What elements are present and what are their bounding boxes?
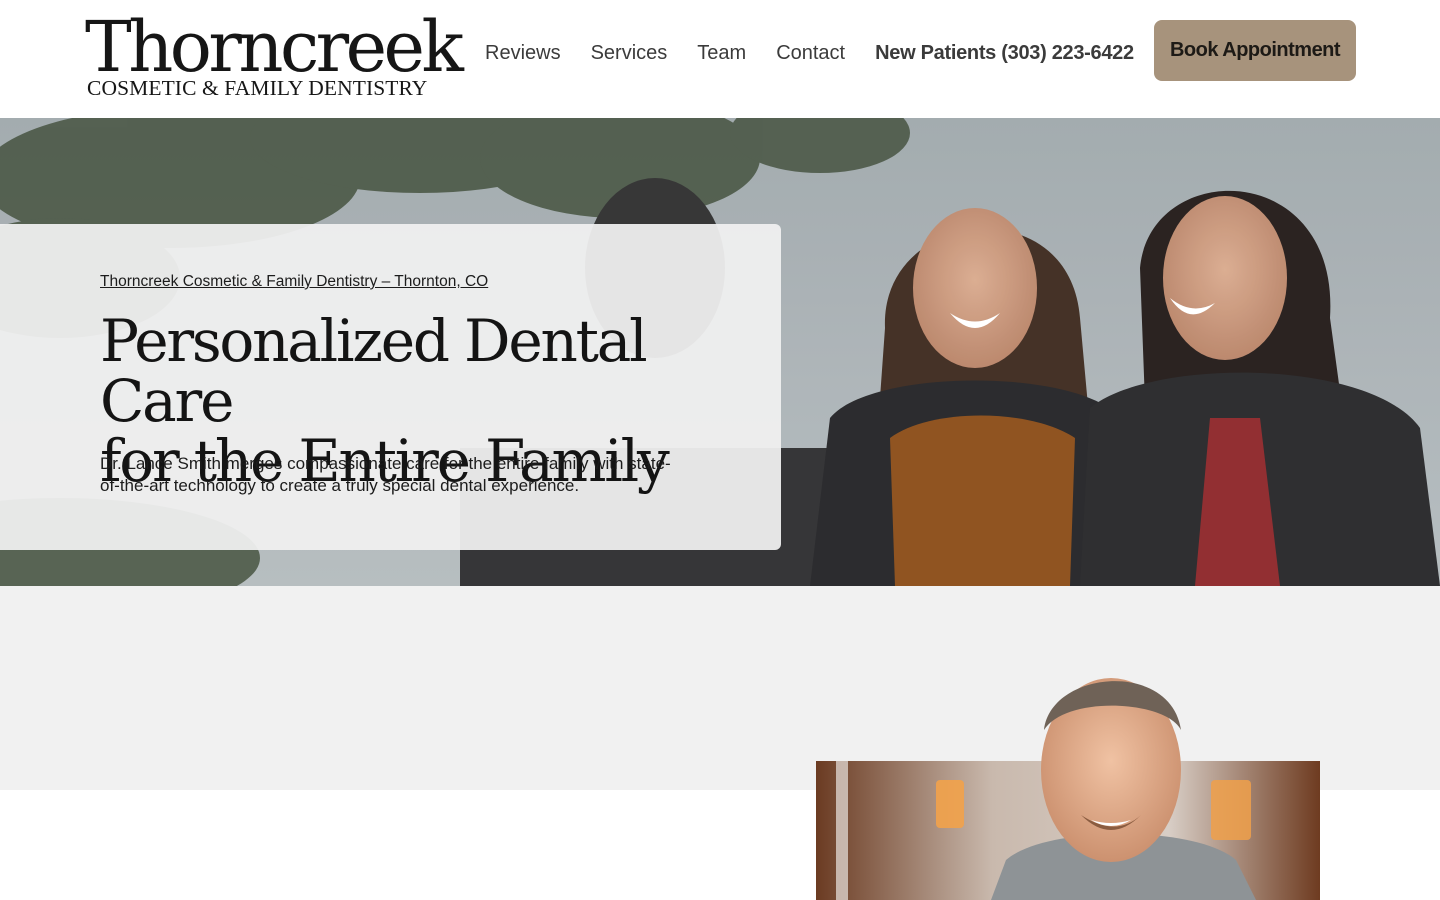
hero-description: Dr. Lance Smith merges compassionate car… bbox=[100, 454, 671, 495]
logo-tagline: COSMETIC & FAMILY DENTISTRY bbox=[87, 76, 428, 100]
nav-contact[interactable]: Contact bbox=[776, 42, 845, 65]
main-nav: Reviews Services Team Contact New Patien… bbox=[485, 38, 1134, 68]
nav-team[interactable]: Team bbox=[697, 42, 746, 65]
nav-reviews[interactable]: Reviews bbox=[485, 42, 561, 65]
hero-title-line-1: Personalized Dental Care bbox=[100, 307, 648, 435]
doctor-photo bbox=[816, 678, 1320, 900]
nav-services[interactable]: Services bbox=[591, 42, 668, 65]
location-link[interactable]: Thorncreek Cosmetic & Family Dentistry –… bbox=[100, 273, 488, 291]
hero: Thorncreek Cosmetic & Family Dentistry –… bbox=[0, 118, 1440, 586]
hero-card: Thorncreek Cosmetic & Family Dentistry –… bbox=[0, 224, 781, 550]
logo-wordmark: Thorncreek bbox=[85, 6, 464, 88]
logo[interactable]: Thorncreek COSMETIC & FAMILY DENTISTRY bbox=[85, 12, 464, 100]
doctor-photo-wrap bbox=[816, 660, 1320, 900]
site-header: Thorncreek COSMETIC & FAMILY DENTISTRY R… bbox=[0, 0, 1440, 118]
new-patients-phone-link[interactable]: New Patients (303) 223-6422 bbox=[875, 42, 1134, 65]
book-appointment-button[interactable]: Book Appointment bbox=[1154, 20, 1356, 81]
